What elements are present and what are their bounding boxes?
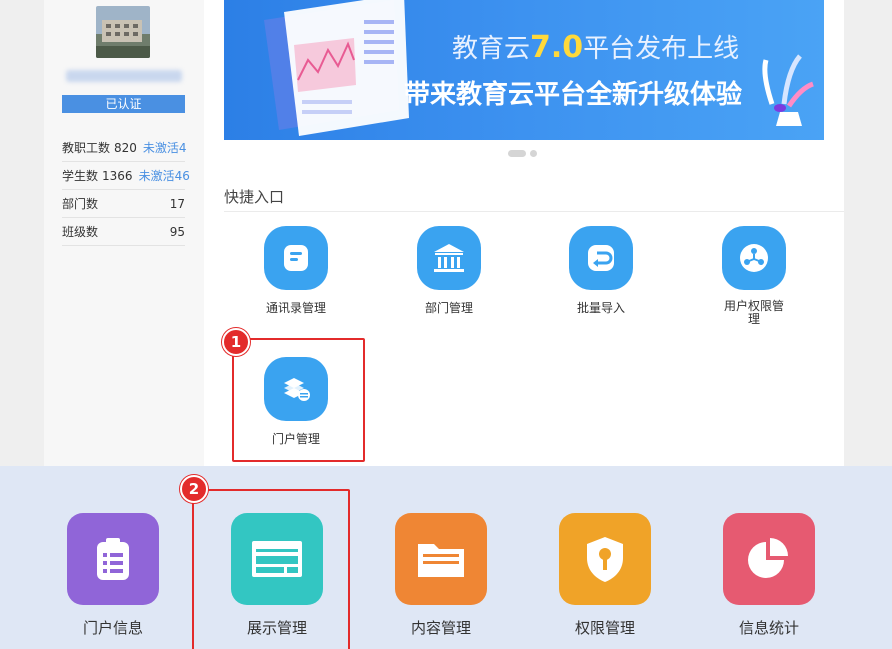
carousel-dot-active[interactable]: [508, 150, 526, 157]
tile-permission-management[interactable]: 权限管理: [535, 513, 675, 638]
building-icon: [417, 226, 481, 290]
stat-staff: 教职工数 820 未激活4: [62, 134, 187, 162]
section-divider: [224, 211, 844, 212]
permission-network-icon: [722, 226, 786, 290]
tile-label: 权限管理: [574, 619, 635, 637]
stat-value: 95: [169, 224, 185, 239]
tile-label: 内容管理: [410, 619, 471, 637]
quick-entry-label: 部门管理: [424, 301, 473, 315]
shield-key-icon: [559, 513, 651, 605]
stat-value: 17: [169, 196, 185, 211]
banner-version: 7.0: [530, 30, 584, 65]
stat-label: 部门数: [62, 197, 99, 211]
carousel-indicator: [508, 150, 537, 157]
portal-management-menu: 门户信息 展示管理 内容管理 权限管理 信息统计 2: [0, 466, 892, 649]
banner-line1-suffix: 平台发布上线: [583, 34, 740, 64]
quick-entry-user-permissions[interactable]: 用户权限管理: [694, 226, 814, 326]
tile-label: 信息统计: [738, 619, 799, 637]
highlight-portal-management: [232, 338, 365, 462]
quick-entry-label: 通讯录管理: [265, 301, 326, 315]
quick-entry-import[interactable]: 批量导入: [541, 226, 661, 315]
stat-students: 学生数 1366 未激活46: [62, 162, 190, 190]
school-name-redacted: [66, 70, 182, 82]
import-icon: [569, 226, 633, 290]
quick-entry-contacts[interactable]: 通讯录管理: [236, 226, 356, 315]
inactive-staff-link[interactable]: 未激活4: [143, 139, 187, 156]
step-marker-2: 2: [180, 475, 208, 503]
inactive-students-link[interactable]: 未激活46: [139, 167, 190, 184]
stat-classes: 班级数 95: [62, 218, 185, 246]
stat-label: 学生数: [62, 169, 99, 183]
promo-banner[interactable]: 教育云7.0平台发布上线 带来教育云平台全新升级体验: [224, 0, 824, 140]
tile-portal-info[interactable]: 门户信息: [43, 513, 183, 638]
stat-value: 820: [114, 140, 137, 155]
stat-value: 1366: [102, 168, 133, 183]
contacts-icon: [264, 226, 328, 290]
school-photo: [96, 6, 150, 58]
quick-entry-title: 快捷入口: [224, 188, 285, 206]
clipboard-list-icon: [67, 513, 159, 605]
pie-chart-icon: [723, 513, 815, 605]
stat-label: 班级数: [62, 225, 99, 239]
stat-label: 教职工数: [62, 141, 111, 155]
tile-label: 门户信息: [82, 619, 143, 637]
highlight-display-management: [192, 489, 350, 649]
tile-info-statistics[interactable]: 信息统计: [699, 513, 839, 638]
tile-content-management[interactable]: 内容管理: [371, 513, 511, 638]
carousel-dot[interactable]: [530, 150, 537, 157]
banner-headline: 教育云7.0平台发布上线: [452, 28, 739, 65]
dashboard-screenshot: 已认证 教职工数 820 未激活4 学生数 1366 未激活46 部门数 17 …: [0, 0, 892, 466]
banner-illustration-icon: [264, 0, 814, 136]
folder-icon: [395, 513, 487, 605]
quick-entry-label: 用户权限管理: [723, 299, 784, 326]
step-marker-1: 1: [222, 328, 250, 356]
banner-subheadline: 带来教育云平台全新升级体验: [404, 80, 743, 110]
verified-badge: 已认证: [62, 95, 185, 113]
banner-line1-prefix: 教育云: [452, 34, 531, 64]
stat-departments: 部门数 17: [62, 190, 185, 218]
quick-entry-label: 批量导入: [576, 301, 625, 315]
quick-entry-departments[interactable]: 部门管理: [389, 226, 509, 315]
school-stats: 教职工数 820 未激活4 学生数 1366 未激活46 部门数 17 班级数 …: [62, 134, 190, 246]
